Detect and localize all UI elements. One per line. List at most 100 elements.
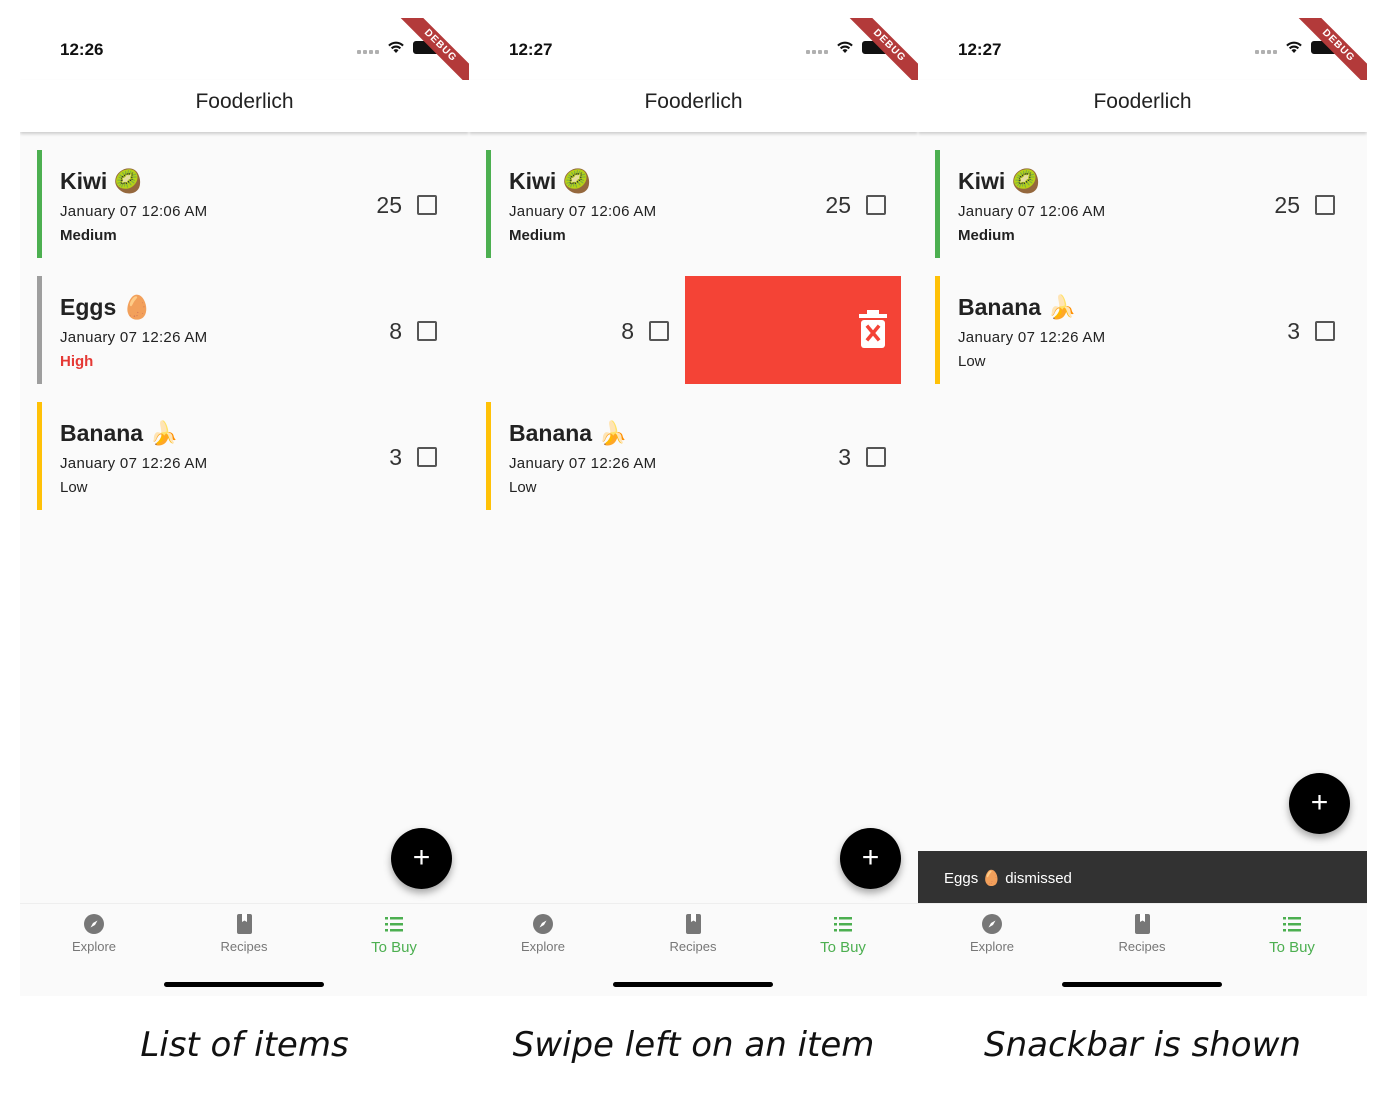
- item-color-bar: [37, 402, 42, 510]
- grocery-item-banana[interactable]: Banana 🍌 January 07 12:26 AM Low 3: [37, 402, 452, 510]
- status-bar: 12:27 DEBUG: [918, 18, 1367, 91]
- tab-explore[interactable]: Explore: [29, 912, 159, 954]
- item-color-bar: [486, 402, 491, 510]
- grocery-item-kiwi[interactable]: Kiwi 🥝 January 07 12:06 AM Medium 25: [486, 150, 901, 258]
- list-icon: [1283, 917, 1301, 932]
- item-quantity: 8: [389, 318, 402, 344]
- item-date: January 07 12:06 AM: [509, 203, 657, 220]
- item-color-bar: [935, 150, 940, 258]
- bottom-navigation: Explore Recipes To Buy: [918, 903, 1367, 996]
- item-date: January 07 12:26 AM: [60, 329, 208, 346]
- tab-to-buy[interactable]: To Buy: [778, 912, 908, 956]
- item-quantity: 3: [1287, 318, 1300, 344]
- item-color-bar: [486, 150, 491, 258]
- item-quantity: 3: [389, 444, 402, 470]
- add-item-button[interactable]: +: [840, 828, 901, 889]
- status-bar: 12:26 DEBUG: [20, 18, 469, 91]
- home-indicator[interactable]: [1062, 982, 1222, 987]
- tab-recipes[interactable]: Recipes: [1077, 912, 1207, 954]
- status-time: 12:26: [60, 40, 104, 59]
- item-checkbox[interactable]: [417, 321, 437, 341]
- item-importance: Medium: [509, 227, 566, 244]
- wifi-icon: [837, 41, 853, 53]
- item-checkbox[interactable]: [1315, 195, 1335, 215]
- compass-icon: [84, 914, 104, 934]
- item-name: Kiwi 🥝: [958, 168, 1041, 194]
- item-checkbox[interactable]: [866, 195, 886, 215]
- grocery-item-eggs-swiped[interactable]: 8: [469, 276, 684, 384]
- signal-icon: [357, 50, 379, 54]
- item-checkbox[interactable]: [866, 447, 886, 467]
- home-indicator[interactable]: [164, 982, 324, 987]
- item-quantity: 25: [825, 192, 851, 218]
- signal-icon: [1255, 50, 1277, 54]
- item-importance: Medium: [60, 227, 117, 244]
- item-checkbox[interactable]: [649, 321, 669, 341]
- item-importance: Low: [958, 353, 986, 370]
- item-quantity: 25: [1274, 192, 1300, 218]
- phone-screen-swipe: 12:27 DEBUG Fooderlich Kiwi 🥝 January 07…: [469, 18, 918, 996]
- snackbar: Eggs 🥚 dismissed: [918, 851, 1367, 906]
- item-name: Kiwi 🥝: [509, 168, 592, 194]
- item-name: Eggs 🥚: [60, 294, 152, 320]
- tab-explore[interactable]: Explore: [478, 912, 608, 954]
- item-importance: Medium: [958, 227, 1015, 244]
- book-icon: [686, 914, 701, 934]
- item-importance: Low: [60, 479, 88, 496]
- compass-icon: [533, 914, 553, 934]
- tab-label: Explore: [969, 939, 1015, 954]
- tab-recipes[interactable]: Recipes: [628, 912, 758, 954]
- tab-label: Explore: [520, 939, 566, 954]
- item-quantity: 8: [621, 318, 634, 344]
- app-bar: Fooderlich: [469, 80, 918, 132]
- item-color-bar: [935, 276, 940, 384]
- swipe-delete-background[interactable]: [685, 276, 901, 384]
- item-date: January 07 12:06 AM: [958, 203, 1106, 220]
- compass-icon: [982, 914, 1002, 934]
- wifi-icon: [1286, 41, 1302, 53]
- home-indicator[interactable]: [613, 982, 773, 987]
- add-item-button[interactable]: +: [1289, 773, 1350, 834]
- tab-label: Recipes: [1118, 939, 1166, 954]
- add-item-button[interactable]: +: [391, 828, 452, 889]
- grocery-item-kiwi[interactable]: Kiwi 🥝 January 07 12:06 AM Medium 25: [37, 150, 452, 258]
- item-checkbox[interactable]: [1315, 321, 1335, 341]
- book-icon: [237, 914, 252, 934]
- page-title: Fooderlich: [644, 90, 743, 113]
- tab-to-buy[interactable]: To Buy: [1227, 912, 1357, 956]
- page-title: Fooderlich: [1093, 90, 1192, 113]
- tab-label: To Buy: [820, 939, 866, 956]
- item-name: Banana 🍌: [60, 420, 179, 446]
- tab-explore[interactable]: Explore: [927, 912, 1057, 954]
- status-bar: 12:27 DEBUG: [469, 18, 918, 91]
- caption-swipe-left: Swipe left on an item: [512, 1025, 875, 1065]
- item-checkbox[interactable]: [417, 195, 437, 215]
- item-name: Banana 🍌: [509, 420, 628, 446]
- item-name: Banana 🍌: [958, 294, 1077, 320]
- caption-snackbar-shown: Snackbar is shown: [984, 1025, 1301, 1065]
- page-title: Fooderlich: [195, 90, 294, 113]
- item-importance: High: [60, 353, 94, 370]
- grocery-item-eggs[interactable]: Eggs 🥚 January 07 12:26 AM High 8: [37, 276, 452, 384]
- list-icon: [834, 917, 852, 932]
- item-importance: Low: [509, 479, 537, 496]
- item-date: January 07 12:26 AM: [958, 329, 1106, 346]
- app-bar: Fooderlich: [20, 80, 469, 132]
- status-time: 12:27: [958, 40, 1002, 59]
- signal-icon: [806, 50, 828, 54]
- grocery-item-kiwi[interactable]: Kiwi 🥝 January 07 12:06 AM Medium 25: [935, 150, 1350, 258]
- bottom-navigation: Explore Recipes To Buy: [20, 903, 469, 996]
- tab-recipes[interactable]: Recipes: [179, 912, 309, 954]
- status-time: 12:27: [509, 40, 553, 59]
- item-date: January 07 12:06 AM: [60, 203, 208, 220]
- tab-to-buy[interactable]: To Buy: [329, 912, 459, 956]
- grocery-item-banana[interactable]: Banana 🍌 January 07 12:26 AM Low 3: [935, 276, 1350, 384]
- wifi-icon: [388, 41, 404, 53]
- tab-label: Explore: [71, 939, 117, 954]
- grocery-item-banana[interactable]: Banana 🍌 January 07 12:26 AM Low 3: [486, 402, 901, 510]
- item-checkbox[interactable]: [417, 447, 437, 467]
- tab-label: To Buy: [1269, 939, 1315, 956]
- bottom-navigation: Explore Recipes To Buy: [469, 903, 918, 996]
- item-name: Kiwi 🥝: [60, 168, 143, 194]
- delete-forever-icon: [859, 310, 887, 348]
